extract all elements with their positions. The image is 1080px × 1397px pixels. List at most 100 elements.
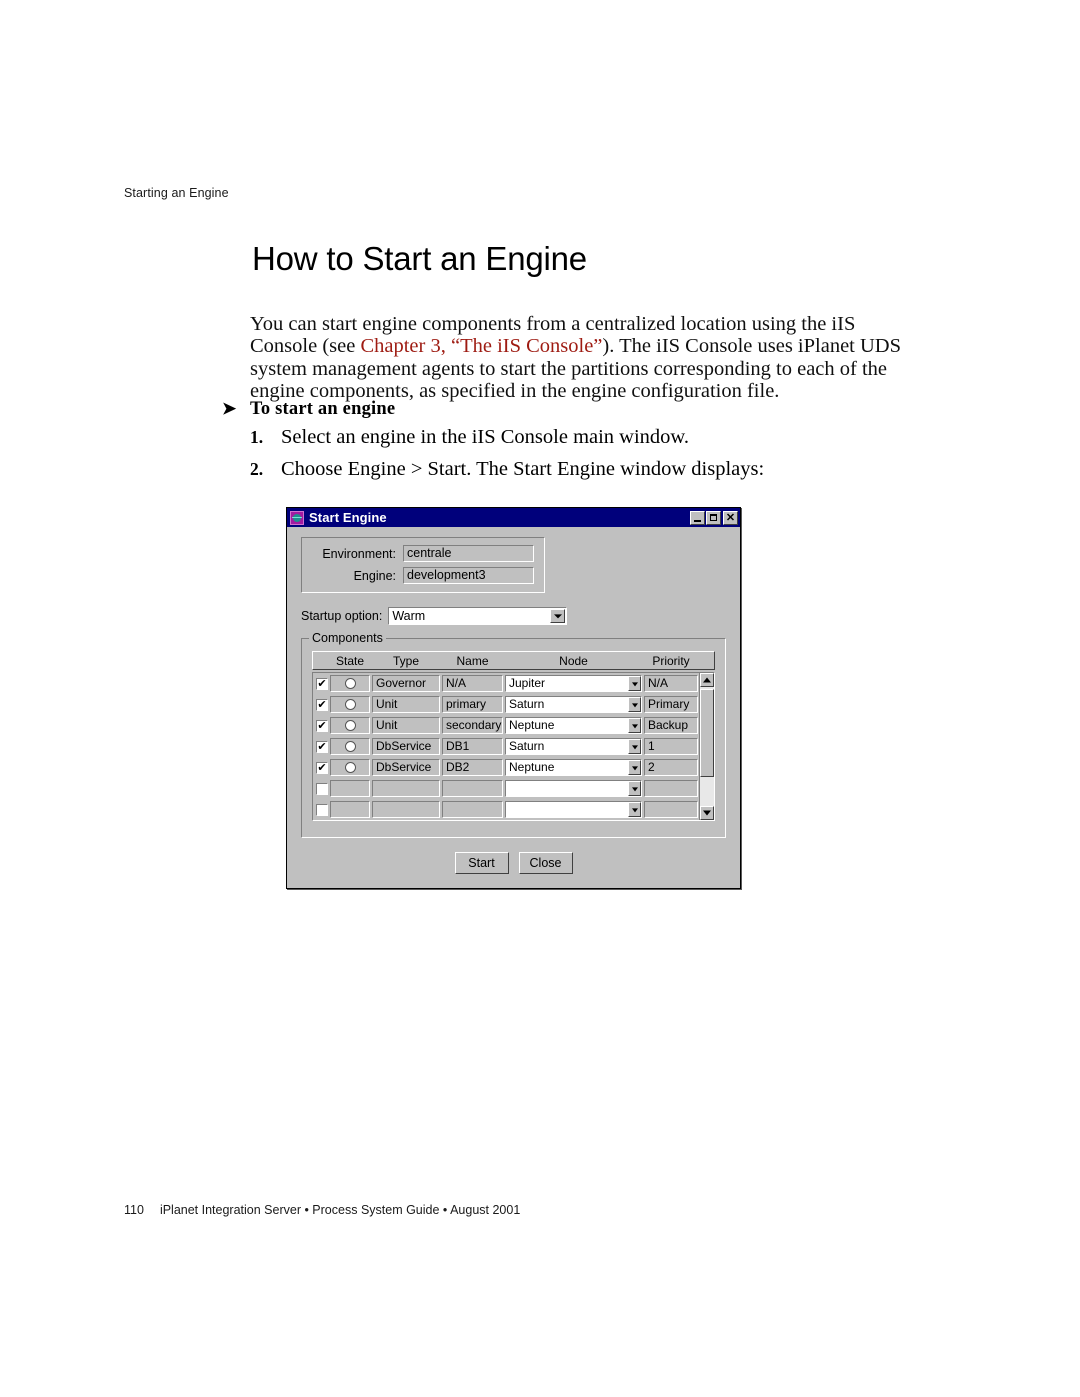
- table-row[interactable]: [314, 800, 698, 819]
- startup-option-value: Warm: [392, 609, 426, 623]
- dialog-titlebar[interactable]: Start Engine ✕: [287, 508, 740, 527]
- engine-label: Engine:: [353, 568, 396, 583]
- chevron-down-icon[interactable]: [550, 609, 565, 623]
- dialog-title: Start Engine: [309, 510, 387, 525]
- chevron-down-icon[interactable]: [628, 802, 641, 817]
- environment-field-row: Environment: centrale: [312, 545, 534, 562]
- components-scrollbar[interactable]: [699, 673, 714, 820]
- state-cell: [330, 780, 370, 797]
- state-cell: [330, 696, 370, 713]
- column-header-node: Node: [559, 653, 588, 668]
- name-cell: primary: [442, 696, 503, 713]
- state-cell: [330, 759, 370, 776]
- components-group: Components State Type Name Node Priority…: [301, 631, 726, 838]
- scrollbar-track[interactable]: [700, 687, 714, 806]
- node-select[interactable]: Saturn: [505, 696, 642, 713]
- row-checkbox[interactable]: ✔: [316, 698, 328, 711]
- node-select[interactable]: [505, 780, 642, 797]
- scroll-up-icon[interactable]: [700, 673, 714, 687]
- chevron-down-icon[interactable]: [628, 718, 641, 733]
- node-value: [506, 781, 628, 796]
- node-select[interactable]: Neptune: [505, 759, 642, 776]
- footer-text: iPlanet Integration Server • Process Sys…: [159, 1203, 521, 1217]
- state-cell: [330, 738, 370, 755]
- chapter-cross-reference-link[interactable]: Chapter 3, “The iIS Console”: [360, 335, 602, 357]
- dialog-body: Environment: centrale Engine: developmen…: [287, 527, 740, 888]
- dialog-button-row: Start Close: [301, 852, 726, 876]
- components-table-header: State Type Name Node Priority: [312, 651, 715, 670]
- chevron-down-icon[interactable]: [628, 697, 641, 712]
- name-cell: DB1: [442, 738, 503, 755]
- startup-option-select[interactable]: Warm: [388, 607, 567, 625]
- chevron-down-icon[interactable]: [628, 760, 641, 775]
- startup-option-row: Startup option: Warm: [301, 607, 567, 625]
- scroll-down-icon[interactable]: [700, 806, 714, 820]
- environment-value: centrale: [403, 545, 534, 562]
- state-cell: [330, 675, 370, 692]
- node-select[interactable]: Saturn: [505, 738, 642, 755]
- node-value: [506, 802, 628, 817]
- table-row[interactable]: [314, 779, 698, 798]
- node-value: Saturn: [509, 739, 545, 753]
- node-select[interactable]: Neptune: [505, 717, 642, 734]
- step-number: 2.: [250, 459, 264, 479]
- chevron-down-icon[interactable]: [628, 676, 641, 691]
- table-row[interactable]: ✔ DbService DB1 Saturn 1: [314, 737, 698, 756]
- row-checkbox[interactable]: [316, 803, 328, 816]
- state-cell: [330, 801, 370, 818]
- procedure-heading: ➤ To start an engine: [222, 399, 822, 420]
- type-cell: Unit: [372, 696, 440, 713]
- column-header-state: State: [335, 653, 365, 668]
- state-indicator-icon: [344, 741, 356, 752]
- row-checkbox[interactable]: ✔: [316, 740, 328, 753]
- row-checkbox[interactable]: [316, 782, 328, 795]
- chevron-down-icon[interactable]: [628, 781, 641, 796]
- name-cell: [442, 801, 503, 818]
- close-button[interactable]: ✕: [723, 510, 738, 525]
- procedure-arrow-icon: ➤: [222, 399, 237, 418]
- page-footer: 110 iPlanet Integration Server • Process …: [124, 1203, 520, 1217]
- components-table-body: ✔ Governor N/A Jupiter N/A ✔ Unit primary Saturn…: [313, 673, 699, 820]
- step-text: Select an engine in the iIS Console main…: [281, 426, 690, 448]
- engine-identity-group: Environment: centrale Engine: developmen…: [301, 537, 545, 593]
- priority-cell: 1: [644, 738, 698, 755]
- minimize-icon: [694, 519, 701, 522]
- type-cell: Governor: [372, 675, 440, 692]
- row-checkbox[interactable]: ✔: [316, 761, 328, 774]
- row-checkbox[interactable]: ✔: [316, 719, 328, 732]
- row-checkbox-cell: ✔: [314, 677, 330, 690]
- type-cell: Unit: [372, 717, 440, 734]
- table-row[interactable]: ✔ Unit secondary Neptune Backup: [314, 716, 698, 735]
- procedure-step-2: 2. Choose Engine > Start. The Start Engin…: [250, 458, 890, 480]
- priority-cell: [644, 801, 698, 818]
- start-button[interactable]: Start: [454, 852, 509, 874]
- table-row[interactable]: ✔ Governor N/A Jupiter N/A: [314, 674, 698, 693]
- components-table: ✔ Governor N/A Jupiter N/A ✔ Unit primary Saturn…: [312, 672, 715, 821]
- minimize-button[interactable]: [690, 510, 705, 525]
- priority-cell: Backup: [644, 717, 698, 734]
- priority-cell: N/A: [644, 675, 698, 692]
- node-select[interactable]: Jupiter: [505, 675, 642, 692]
- table-row[interactable]: ✔ Unit primary Saturn Primary: [314, 695, 698, 714]
- maximize-icon: [710, 513, 717, 521]
- type-cell: [372, 780, 440, 797]
- chevron-down-icon[interactable]: [628, 739, 641, 754]
- state-indicator-icon: [344, 762, 356, 773]
- row-checkbox-cell: [314, 782, 330, 795]
- row-checkbox[interactable]: ✔: [316, 677, 328, 690]
- step-number: 1.: [250, 427, 264, 447]
- name-cell: DB2: [442, 759, 503, 776]
- priority-cell: 2: [644, 759, 698, 776]
- table-row[interactable]: ✔ DbService DB2 Neptune 2: [314, 758, 698, 777]
- name-cell: N/A: [442, 675, 503, 692]
- row-checkbox-cell: ✔: [314, 698, 330, 711]
- type-cell: DbService: [372, 738, 440, 755]
- node-value: Neptune: [509, 760, 555, 774]
- state-indicator-icon: [344, 678, 356, 689]
- maximize-button[interactable]: [706, 510, 721, 525]
- node-value: Saturn: [509, 697, 545, 711]
- close-dialog-button[interactable]: Close: [518, 852, 573, 874]
- node-select[interactable]: [505, 801, 642, 818]
- scrollbar-thumb[interactable]: [700, 689, 714, 777]
- name-cell: secondary: [442, 717, 503, 734]
